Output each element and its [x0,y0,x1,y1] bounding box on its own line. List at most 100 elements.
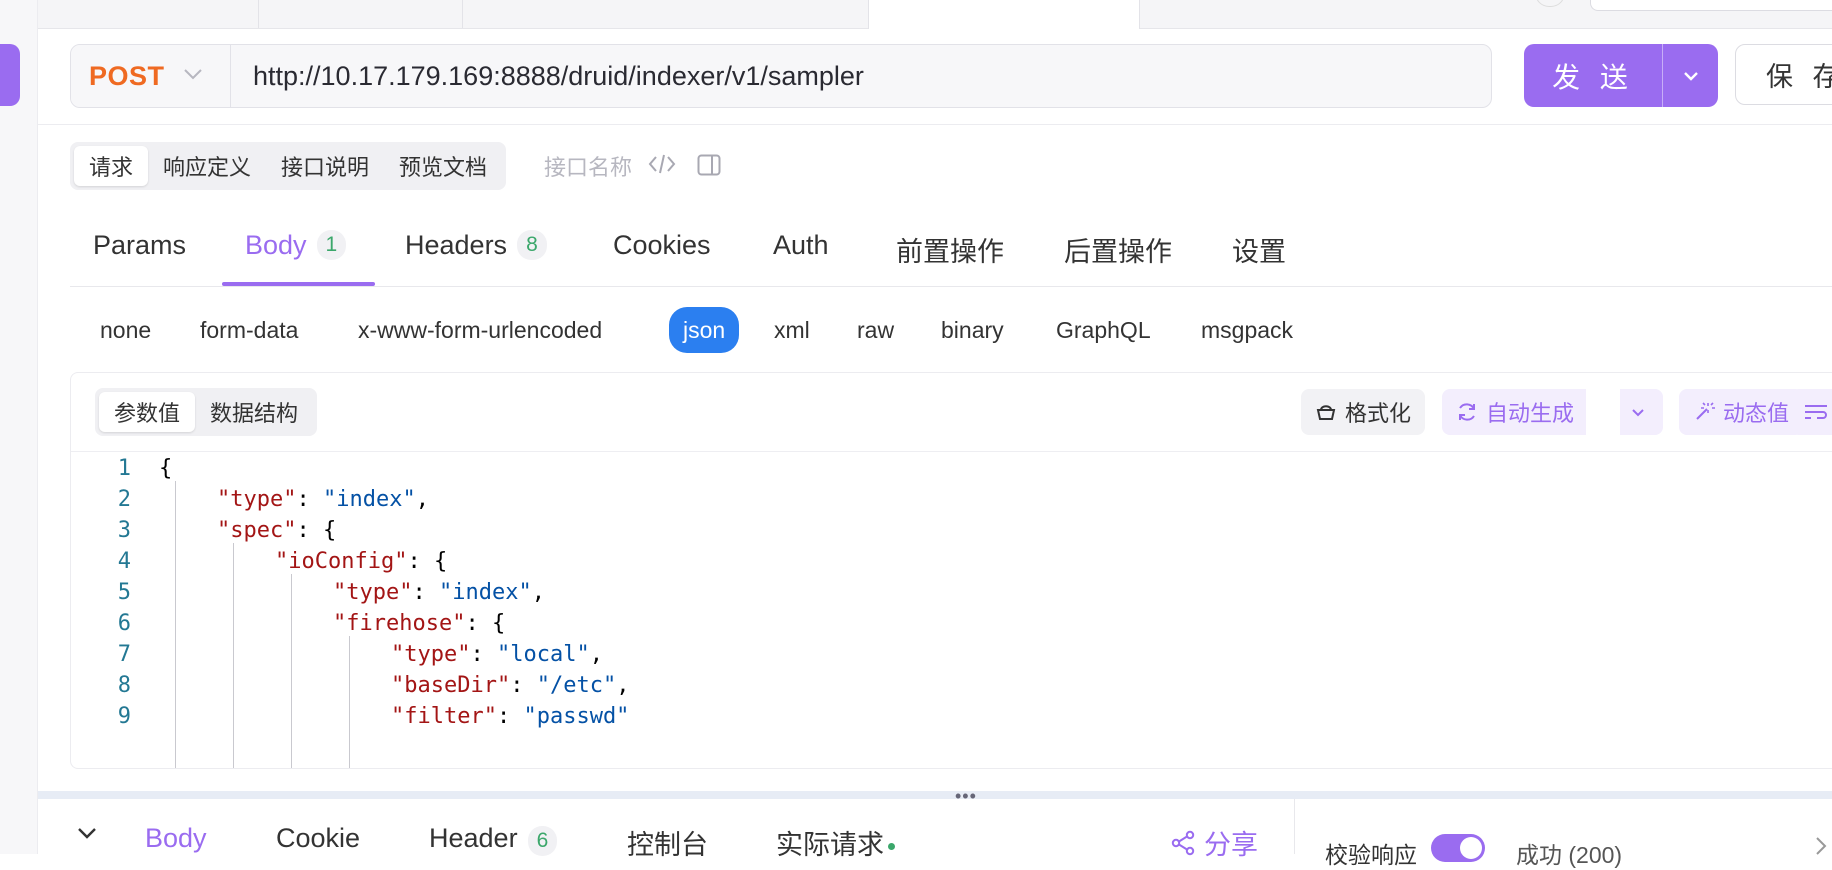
code-icon[interactable] [648,152,676,181]
code-text: { [159,451,172,487]
send-button[interactable]: 发 送 [1524,44,1663,107]
method-selector[interactable]: POST [71,45,231,107]
response-status-selector[interactable]: 成功 (200) [1516,836,1622,870]
json-punctuation: , [531,580,545,605]
indent-guide [349,636,350,768]
share-icon [1171,830,1195,855]
body-type-msgpack[interactable]: msgpack [1201,312,1293,348]
json-string: "/etc" [536,673,617,698]
body-type-xml[interactable]: xml [774,312,810,348]
body-type-none[interactable]: none [100,312,151,348]
format-label: 格式化 [1345,401,1412,426]
tab-badge: 6 [527,826,558,856]
body-type-json[interactable]: json [669,307,740,353]
json-punctuation: : [412,580,439,605]
sidebar-active-indicator[interactable] [0,44,20,106]
dynamic-value-label: 动态值 [1723,401,1790,426]
segment-api-description[interactable]: 接口说明 [266,146,384,186]
response-tab-cookie[interactable]: Cookie [276,823,360,854]
chevron-right-icon[interactable] [1815,836,1827,861]
tab-separator [258,0,259,28]
magic-wand-icon [1696,402,1715,420]
editor-mode-segment: 参数值 数据结构 [95,388,318,436]
collapse-icon[interactable] [77,826,97,844]
side-panel-icon[interactable] [697,154,721,181]
divider [38,124,1832,125]
tab-body[interactable]: Body 1 [245,224,347,286]
url-input[interactable] [231,45,1491,107]
tab-badge: 1 [316,230,347,260]
top-tab-active[interactable] [868,0,1140,29]
tab-headers[interactable]: Headers 8 [405,224,547,286]
segment-preview-doc[interactable]: 预览文档 [384,146,502,186]
wrap-lines-icon [1805,405,1827,419]
segment-request[interactable]: 请求 [74,146,149,186]
share-button[interactable]: 分享 [1170,823,1258,862]
chevron-down-icon [1683,71,1698,81]
json-punctuation: , [415,487,429,512]
tab-post-operations[interactable]: 后置操作 [1064,224,1172,286]
json-key: "spec" [217,518,297,543]
method-label: POST [89,60,165,91]
json-key: "ioConfig" [275,549,408,574]
panel-resize-bar[interactable] [38,791,1832,799]
send-options-button[interactable] [1663,44,1718,107]
tab-label: Headers [405,230,508,260]
drag-handle-icon[interactable]: ••• [955,786,977,807]
response-tab-body[interactable]: Body [145,823,207,854]
json-punctuation: { [159,456,173,481]
body-type-urlencoded[interactable]: x-www-form-urlencoded [358,312,602,348]
mode-param-values[interactable]: 参数值 [99,392,196,432]
wrap-button[interactable] [1791,389,1832,435]
chevron-down-icon [183,67,203,85]
format-button[interactable]: 格式化 [1301,389,1426,435]
tab-auth[interactable]: Auth [773,224,829,286]
validate-response-toggle[interactable] [1431,834,1485,862]
tab-label: 实际请求 [776,830,884,860]
top-circle-button[interactable] [1535,0,1565,7]
tab-label: 后置操作 [1064,237,1172,267]
dynamic-value-button[interactable]: 动态值 [1679,389,1804,435]
tab-settings[interactable]: 设置 [1232,224,1286,286]
json-key: "baseDir" [391,673,511,698]
json-punctuation: : [296,487,323,512]
save-button[interactable]: 保 存 [1735,44,1832,105]
autogen-options-button[interactable] [1619,389,1663,435]
body-type-raw[interactable]: raw [857,312,894,348]
response-tab-header[interactable]: Header 6 [429,823,558,856]
editor-toolbar: 参数值 数据结构 格式化 自动生成 动态值 [71,373,1832,452]
json-key: "type" [333,580,413,605]
segment-response-definition[interactable]: 响应定义 [148,146,266,186]
json-key: "type" [391,642,471,667]
json-string: "passwd" [523,704,630,729]
tab-label: Header [429,823,518,853]
body-type-form-data[interactable]: form-data [200,312,298,348]
top-search-input[interactable] [1590,0,1832,11]
json-punctuation: , [589,642,603,667]
body-type-graphql[interactable]: GraphQL [1056,312,1151,348]
code-editor[interactable]: 1{2 "type": "index", 3 "spec": {4 "ioConfig"… [71,451,1832,768]
tab-pre-operations[interactable]: 前置操作 [896,224,1004,286]
json-editor-panel: 参数值 数据结构 格式化 自动生成 动态值 1{2 "type": "index"… [70,372,1832,769]
send-button-group: 发 送 [1524,44,1718,107]
response-tab-actual-request[interactable]: 实际请求 [776,823,895,862]
validate-response-label: 校验响应 [1325,842,1417,868]
json-punctuation: : [496,704,524,729]
mode-data-structure[interactable]: 数据结构 [195,392,313,432]
tab-separator [462,0,463,28]
json-key: "firehose" [333,611,466,636]
json-string: "index" [322,487,416,512]
share-label: 分享 [1204,830,1258,860]
tab-params[interactable]: Params [93,224,186,286]
refresh-icon [1459,403,1475,421]
response-tab-console[interactable]: 控制台 [627,823,708,862]
json-punctuation: : [510,673,537,698]
body-type-binary[interactable]: binary [941,312,1004,348]
api-name-input[interactable]: 接口名称 [544,150,632,182]
line-number: 9 [117,704,131,729]
tab-cookies[interactable]: Cookies [613,224,711,286]
tab-label: Body [245,230,307,260]
indent-guide [175,481,176,768]
tab-badge: 8 [517,230,547,260]
autogen-button[interactable]: 自动生成 [1442,389,1587,435]
